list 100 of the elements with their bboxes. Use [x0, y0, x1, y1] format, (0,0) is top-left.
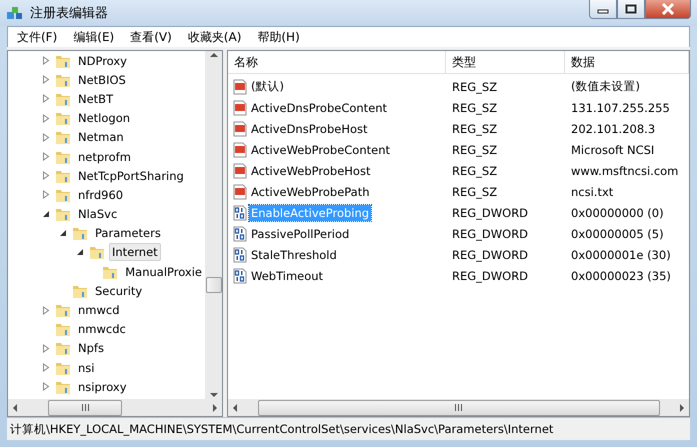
scroll-left-icon[interactable] — [11, 404, 19, 412]
value-type: REG_SZ — [451, 78, 498, 94]
tree-item[interactable]: nfrd960 — [75, 186, 126, 204]
collapse-arrow-icon[interactable] — [59, 229, 67, 238]
folder-icon — [55, 321, 71, 338]
value-type: REG_SZ — [451, 120, 498, 136]
menu-item[interactable]: 帮助(H) — [250, 28, 307, 46]
tree-item[interactable]: Npfs — [75, 339, 107, 358]
tree-item[interactable]: nmwcd — [75, 301, 123, 320]
value-data: (数值未设置) — [570, 78, 641, 95]
value-name[interactable]: ActiveDnsProbeContent — [249, 100, 390, 116]
binary-value-icon — [232, 226, 248, 242]
column-header[interactable]: 类型 — [446, 51, 565, 74]
folder-icon — [55, 110, 71, 126]
string-value-icon — [232, 142, 248, 158]
value-data: 0x00000000 (0) — [570, 204, 665, 220]
value-data: 0x00000005 (5) — [570, 226, 665, 242]
tree-item[interactable]: Netman — [75, 128, 127, 146]
value-type: REG_DWORD — [451, 204, 530, 220]
value-type: REG_SZ — [451, 100, 498, 116]
close-button[interactable] — [645, 0, 691, 19]
horizontal-scrollbar[interactable] — [228, 399, 689, 416]
scroll-thumb[interactable] — [258, 400, 660, 416]
value-data: 202.101.208.3 — [570, 120, 656, 136]
expand-arrow-icon[interactable] — [42, 363, 50, 372]
status-bar: 计算机\HKEY_LOCAL_MACHINE\SYSTEM\CurrentControlSet\services\NlaSvc\Parameters\Internet — [7, 417, 690, 440]
tree-item[interactable]: Internet — [109, 243, 161, 262]
scroll-thumb[interactable] — [206, 277, 222, 293]
menu-item[interactable]: 查看(V) — [123, 28, 179, 46]
value-type: REG_DWORD — [451, 226, 530, 242]
expand-arrow-icon[interactable] — [42, 171, 50, 180]
tree-item[interactable]: ManualProxie — [122, 262, 205, 281]
string-value-icon — [232, 100, 248, 116]
column-header[interactable]: 数据 — [565, 51, 689, 74]
tree-item[interactable]: nmwcdc — [75, 320, 129, 338]
string-value-icon — [232, 120, 248, 136]
value-name[interactable]: ActiveWebProbePath — [249, 184, 372, 200]
folder-icon — [55, 340, 71, 356]
tree-item[interactable]: nsiproxy — [75, 378, 130, 396]
expand-arrow-icon[interactable] — [42, 382, 50, 392]
close-icon — [661, 3, 675, 15]
horizontal-scrollbar[interactable] — [8, 399, 222, 416]
vertical-scrollbar[interactable] — [205, 51, 222, 399]
tree-item[interactable]: NetTcpPortSharing — [75, 166, 187, 185]
value-type: REG_SZ — [451, 184, 498, 200]
expand-arrow-icon[interactable] — [42, 152, 50, 162]
menu-item[interactable]: 编辑(E) — [66, 28, 122, 46]
tree-item[interactable]: NetBT — [75, 90, 116, 108]
tree-item[interactable]: netprofm — [75, 148, 134, 166]
tree-item[interactable]: nsi — [75, 358, 98, 377]
expand-arrow-icon[interactable] — [42, 75, 50, 84]
expand-arrow-icon[interactable] — [42, 94, 50, 104]
string-value-icon — [232, 78, 248, 94]
tree-item[interactable]: Parameters — [92, 224, 164, 242]
tree-item[interactable]: Security — [92, 282, 146, 300]
column-header[interactable]: 名称 — [228, 51, 446, 74]
value-name[interactable]: ActiveWebProbeHost — [249, 162, 372, 178]
maximize-button[interactable] — [617, 0, 645, 19]
tree-item[interactable]: NetBIOS — [75, 70, 129, 89]
expand-arrow-icon[interactable] — [42, 56, 50, 66]
scroll-right-icon[interactable] — [211, 404, 219, 412]
value-name[interactable]: StaleThreshold — [249, 246, 339, 262]
value-name[interactable]: ActiveDnsProbeHost — [249, 120, 370, 136]
binary-value-icon — [232, 268, 248, 284]
value-type: REG_SZ — [451, 162, 498, 178]
value-type: REG_DWORD — [451, 246, 530, 262]
scroll-right-icon[interactable] — [678, 404, 686, 412]
tree-item[interactable]: Netlogon — [75, 109, 134, 128]
value-name[interactable]: PassivePollPeriod — [249, 226, 352, 242]
tree-item[interactable]: NDProxy — [75, 52, 130, 70]
folder-icon — [89, 244, 105, 260]
folder-icon — [55, 129, 71, 146]
value-data: 0x0000001e (30) — [570, 246, 672, 262]
value-type: REG_SZ — [451, 142, 498, 158]
expand-arrow-icon[interactable] — [42, 344, 50, 353]
value-data: www.msftncsi.com — [570, 162, 680, 178]
value-name[interactable]: WebTimeout — [249, 268, 326, 284]
menu-item[interactable]: 收藏夹(A) — [180, 28, 248, 46]
menu-item[interactable]: 文件(F) — [10, 28, 64, 46]
value-data: Microsoft NCSI — [570, 142, 656, 158]
string-value-icon — [232, 162, 248, 178]
scroll-thumb[interactable] — [48, 400, 122, 416]
collapse-arrow-icon[interactable] — [42, 210, 50, 218]
folder-icon — [55, 206, 71, 222]
folder-icon — [55, 302, 71, 318]
tree-item[interactable]: NlaSvc — [75, 205, 120, 224]
value-name[interactable]: (默认) — [249, 78, 286, 95]
registry-editor-icon — [6, 4, 24, 22]
expand-arrow-icon[interactable] — [42, 114, 50, 123]
collapse-arrow-icon[interactable] — [76, 248, 84, 256]
scroll-up-icon[interactable] — [210, 51, 218, 59]
expand-arrow-icon[interactable] — [42, 306, 50, 315]
value-type: REG_DWORD — [451, 268, 530, 284]
binary-value-icon — [232, 204, 248, 220]
value-name[interactable]: ActiveWebProbeContent — [249, 142, 392, 158]
expand-arrow-icon[interactable] — [42, 190, 50, 200]
value-data: 131.107.255.255 — [570, 100, 671, 116]
scroll-left-icon[interactable] — [231, 404, 239, 412]
minimize-button[interactable] — [589, 0, 617, 19]
expand-arrow-icon[interactable] — [42, 132, 50, 142]
